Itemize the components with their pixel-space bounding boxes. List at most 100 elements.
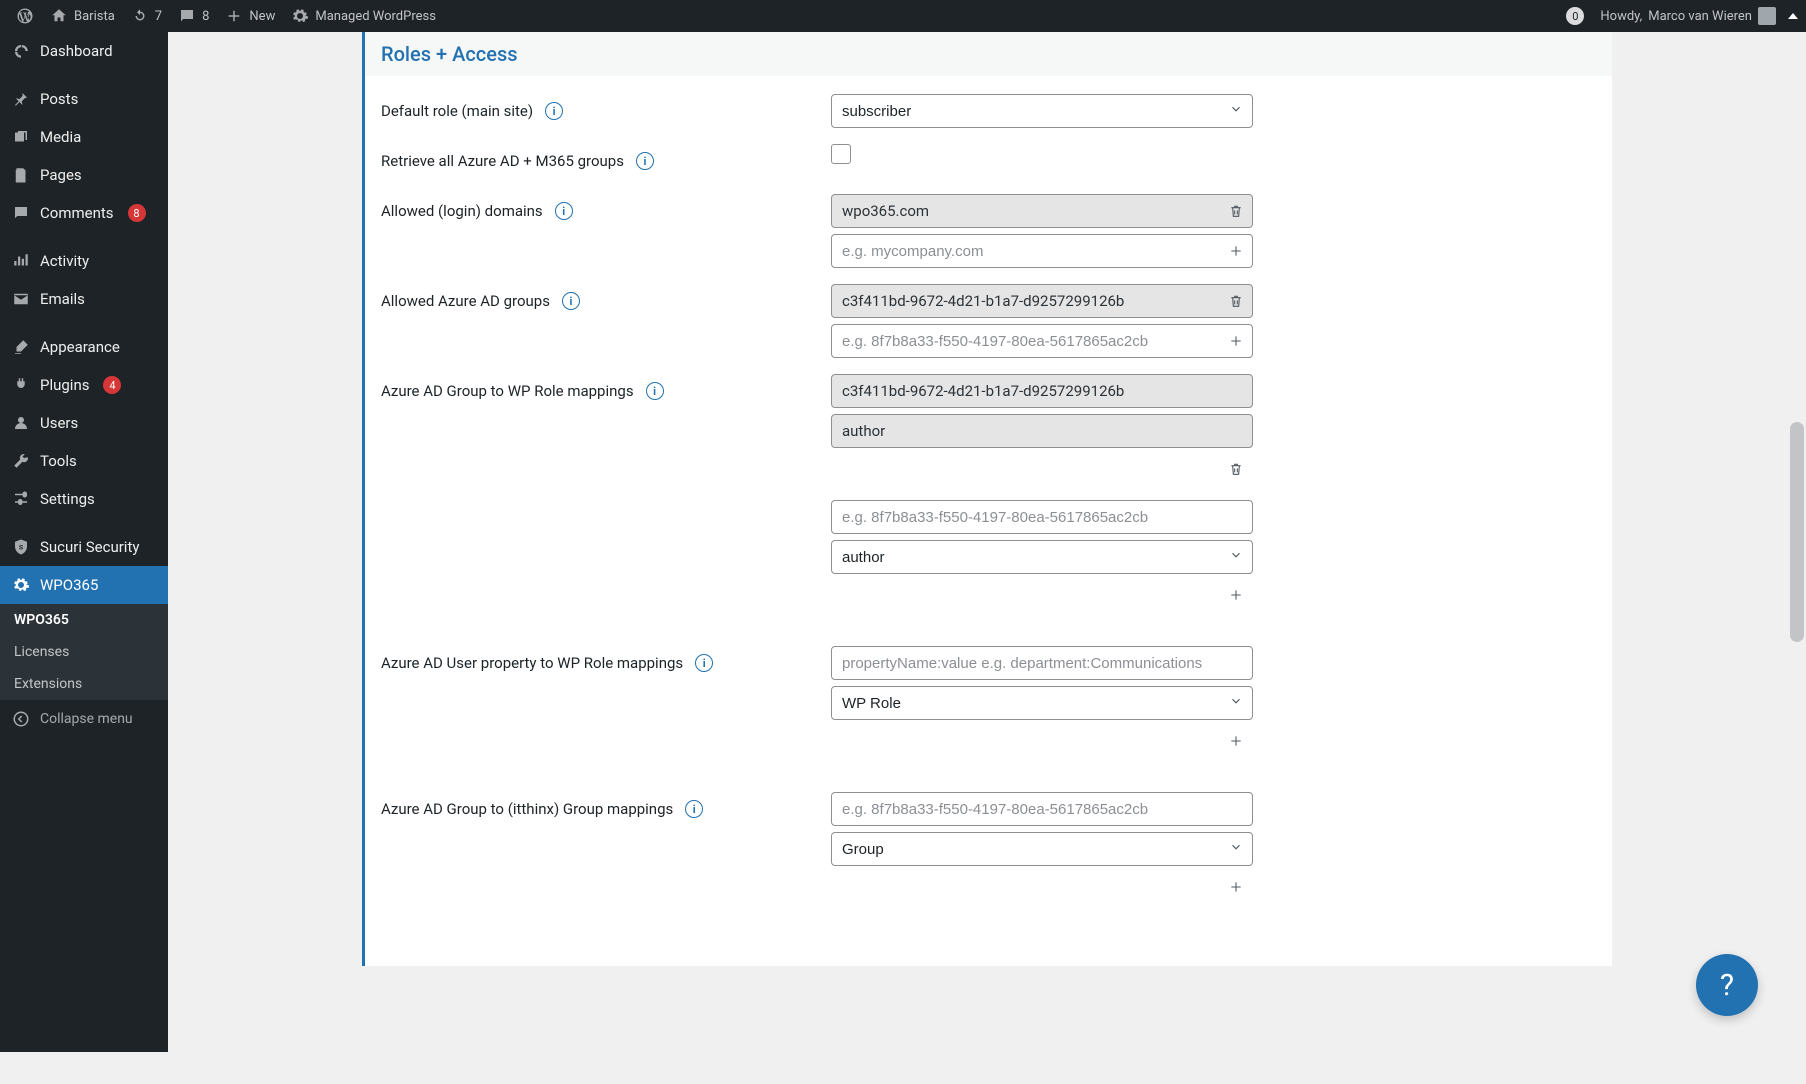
updates-link[interactable]: 7: [123, 0, 170, 32]
field-label: Azure AD Group to WP Role mappings: [381, 382, 634, 400]
sidebar-item-pages[interactable]: Pages: [0, 156, 168, 194]
sidebar-item-wpo365[interactable]: WPO365: [0, 566, 168, 604]
pin-icon: [12, 90, 30, 108]
comment-icon: [12, 204, 30, 222]
plugin-icon: [12, 376, 30, 394]
new-link[interactable]: New: [217, 0, 283, 32]
wrench-icon: [12, 452, 30, 470]
group-role-map-role-select[interactable]: author: [831, 540, 1253, 574]
wordpress-icon: [16, 7, 34, 25]
sidebar-item-appearance[interactable]: Appearance: [0, 328, 168, 366]
add-icon[interactable]: [1225, 584, 1247, 606]
brush-icon: [12, 338, 30, 356]
svg-text:S: S: [19, 543, 23, 551]
info-icon[interactable]: i: [562, 292, 580, 310]
section-title: Roles + Access: [381, 42, 1596, 66]
user-name: Marco van Wieren: [1648, 9, 1752, 24]
update-icon: [131, 7, 149, 25]
wp-logo[interactable]: [8, 0, 42, 32]
sidebar-item-emails[interactable]: Emails: [0, 280, 168, 318]
account-link[interactable]: Howdy, Marco van Wieren: [1592, 0, 1784, 32]
group-role-map-role-value: author: [831, 414, 1253, 448]
plugins-count-badge: 4: [103, 376, 121, 394]
sidebar-item-label: Comments: [40, 204, 114, 222]
gear-icon: [291, 7, 309, 25]
sidebar-item-settings[interactable]: Settings: [0, 480, 168, 518]
group-role-map-group-value: c3f411bd-9672-4d21-b1a7-d9257299126b: [831, 374, 1253, 408]
delete-icon[interactable]: [1225, 200, 1247, 222]
sidebar-item-media[interactable]: Media: [0, 118, 168, 156]
site-link[interactable]: Barista: [42, 0, 123, 32]
allowed-domain-value: wpo365.com: [831, 194, 1253, 228]
sidebar-item-label: Collapse menu: [40, 711, 133, 727]
row-group-role-map: Azure AD Group to WP Role mappings i c3f…: [381, 366, 1596, 614]
allowed-domain-input[interactable]: [831, 234, 1253, 268]
sidebar-item-label: Sucuri Security: [40, 538, 139, 556]
field-label: Allowed (login) domains: [381, 202, 543, 220]
page-icon: [12, 166, 30, 184]
group-role-map-group-input[interactable]: [831, 500, 1253, 534]
scrollbar-thumb[interactable]: [1790, 422, 1804, 642]
updates-count: 7: [155, 9, 162, 24]
sidebar-sub-licenses[interactable]: Licenses: [0, 636, 168, 668]
info-icon[interactable]: i: [555, 202, 573, 220]
info-icon[interactable]: i: [695, 654, 713, 672]
sidebar-item-comments[interactable]: Comments 8: [0, 194, 168, 232]
row-default-role: Default role (main site) i subscriber: [381, 86, 1596, 136]
notification-badge: 0: [1566, 7, 1584, 25]
row-allowed-domains: Allowed (login) domains i wpo365.com: [381, 186, 1596, 276]
itthinx-group-input[interactable]: [831, 792, 1253, 826]
scrollbar[interactable]: [1788, 32, 1806, 1052]
row-allowed-groups: Allowed Azure AD groups i c3f411bd-9672-…: [381, 276, 1596, 366]
sidebar-item-sucuri[interactable]: S Sucuri Security: [0, 528, 168, 566]
sidebar-sub-extensions[interactable]: Extensions: [0, 668, 168, 700]
field-label: Retrieve all Azure AD + M365 groups: [381, 152, 624, 170]
settings-card: Roles + Access Default role (main site) …: [362, 32, 1612, 966]
help-fab[interactable]: ?: [1696, 954, 1758, 1016]
media-icon: [12, 128, 30, 146]
comment-icon: [178, 7, 196, 25]
scroll-up-icon[interactable]: [1788, 13, 1798, 19]
sidebar-item-label: Activity: [40, 252, 89, 270]
sidebar-item-plugins[interactable]: Plugins 4: [0, 366, 168, 404]
info-icon[interactable]: i: [636, 152, 654, 170]
row-retrieve-groups: Retrieve all Azure AD + M365 groups i: [381, 136, 1596, 186]
sidebar-item-label: Users: [40, 414, 78, 432]
default-role-select[interactable]: subscriber: [831, 94, 1253, 128]
comments-link[interactable]: 8: [170, 0, 217, 32]
sidebar-item-activity[interactable]: Activity: [0, 242, 168, 280]
user-icon: [12, 414, 30, 432]
retrieve-groups-checkbox[interactable]: [831, 144, 851, 164]
add-icon[interactable]: [1225, 876, 1247, 898]
add-icon[interactable]: [1225, 730, 1247, 752]
info-icon[interactable]: i: [545, 102, 563, 120]
user-prop-input[interactable]: [831, 646, 1253, 680]
add-icon[interactable]: [1225, 330, 1247, 352]
info-icon[interactable]: i: [646, 382, 664, 400]
itthinx-group-select[interactable]: Group: [831, 832, 1253, 866]
sidebar-item-label: Plugins: [40, 376, 89, 394]
sidebar-item-users[interactable]: Users: [0, 404, 168, 442]
user-prop-role-select[interactable]: WP Role: [831, 686, 1253, 720]
shield-icon: S: [12, 538, 30, 556]
sidebar-item-posts[interactable]: Posts: [0, 80, 168, 118]
delete-icon[interactable]: [1225, 458, 1247, 480]
notifications-link[interactable]: 0: [1558, 0, 1592, 32]
sidebar-item-label: Pages: [40, 166, 82, 184]
field-label: Azure AD User property to WP Role mappin…: [381, 654, 683, 672]
field-label: Allowed Azure AD groups: [381, 292, 550, 310]
delete-icon[interactable]: [1225, 290, 1247, 312]
managed-wp-link[interactable]: Managed WordPress: [283, 0, 444, 32]
home-icon: [50, 7, 68, 25]
allowed-group-input[interactable]: [831, 324, 1253, 358]
email-icon: [12, 290, 30, 308]
info-icon[interactable]: i: [685, 800, 703, 818]
sidebar-item-tools[interactable]: Tools: [0, 442, 168, 480]
add-icon[interactable]: [1225, 240, 1247, 262]
avatar: [1758, 7, 1776, 25]
sidebar-item-collapse[interactable]: Collapse menu: [0, 700, 168, 738]
comments-count-badge: 8: [128, 204, 146, 222]
allowed-group-value: c3f411bd-9672-4d21-b1a7-d9257299126b: [831, 284, 1253, 318]
sidebar-sub-wpo365[interactable]: WPO365: [0, 604, 168, 636]
sidebar-item-dashboard[interactable]: Dashboard: [0, 32, 168, 70]
